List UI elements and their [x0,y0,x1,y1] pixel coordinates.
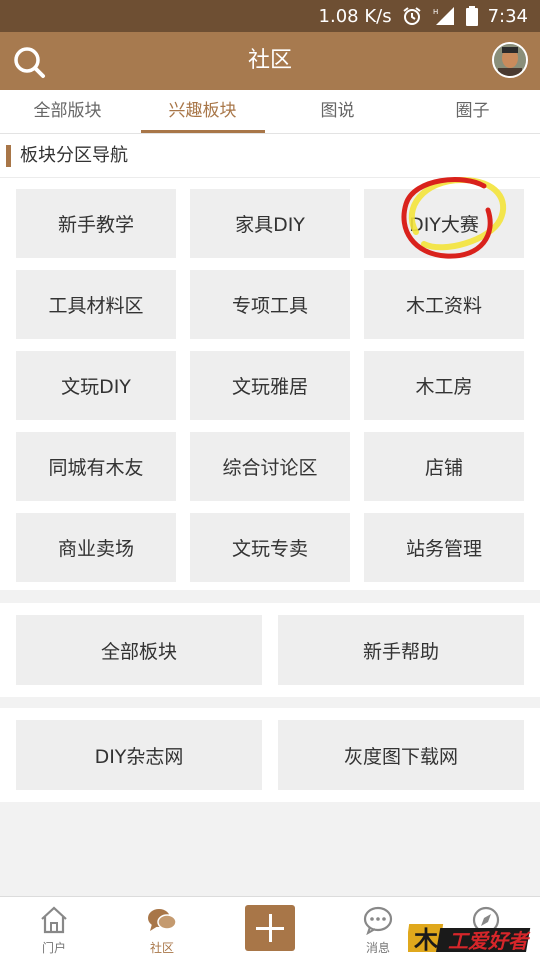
svg-text:H: H [433,8,438,16]
svg-text:工爱好者: 工爱好者 [448,929,531,953]
newbie-help-button[interactable]: 新手帮助 [278,615,524,685]
nav-community[interactable]: 社区 [108,897,216,960]
board-button[interactable]: 文玩雅居 [190,351,350,420]
nav-compose[interactable] [216,897,324,960]
app-header: 社区 [0,32,540,90]
plus-icon[interactable] [245,905,295,951]
board-button[interactable]: 专项工具 [190,270,350,339]
page-title: 社区 [247,48,292,73]
tab-picture-talk[interactable]: 图说 [270,90,405,133]
board-button[interactable]: 家具DIY [190,189,350,258]
board-button[interactable]: 店铺 [364,432,524,501]
message-icon [363,906,393,935]
diy-magazine-link[interactable]: DIY杂志网 [16,720,262,790]
nav-portal[interactable]: 门户 [0,897,108,960]
section-header: 板块分区导航 [0,134,540,178]
section-accent-bar [6,145,11,167]
board-button[interactable]: 同城有木友 [16,432,176,501]
status-bar: 1.08 K/s H 7:34 [0,0,540,32]
watermark-logo: 木 工爱好者 [408,924,531,954]
tab-circles[interactable]: 圈子 [405,90,540,133]
section-title: 板块分区导航 [20,145,128,166]
board-button[interactable]: 商业卖场 [16,513,176,582]
board-button[interactable]: 工具材料区 [16,270,176,339]
alarm-icon [402,7,421,25]
nav-label: 门户 [41,941,66,955]
board-button[interactable]: 站务管理 [364,513,524,582]
external-links-panel: DIY杂志网 灰度图下载网 [0,708,540,802]
board-grid-panel: 新手教学 家具DIY DIY大赛 工具材料区 专项工具 木工资料 文玩DIY 文… [0,176,540,590]
board-button[interactable]: 文玩DIY [16,351,176,420]
tab-interest-boards[interactable]: 兴趣板块 [135,90,270,133]
annotation-circle [401,176,507,259]
home-icon [41,906,67,934]
board-button[interactable]: 木工资料 [364,270,524,339]
signal-icon: H [433,7,454,25]
board-button[interactable]: 综合讨论区 [190,432,350,501]
board-button[interactable]: 文玩专卖 [190,513,350,582]
grayscale-download-link[interactable]: 灰度图下载网 [278,720,524,790]
all-boards-button[interactable]: 全部板块 [16,615,262,685]
avatar[interactable] [492,42,528,78]
quick-links-panel: 全部板块 新手帮助 [0,603,540,697]
battery-icon [465,6,478,26]
svg-text:木: 木 [413,926,439,954]
clock: 7:34 [487,5,528,27]
chat-bubbles-icon [148,909,177,931]
network-speed: 1.08 K/s [318,5,392,27]
board-button[interactable]: 新手教学 [16,189,176,258]
tab-bar: 全部版块 兴趣板块 图说 圈子 [0,90,540,134]
board-button[interactable]: 木工房 [364,351,524,420]
tab-all-boards[interactable]: 全部版块 [0,90,135,133]
nav-label: 社区 [149,941,174,955]
